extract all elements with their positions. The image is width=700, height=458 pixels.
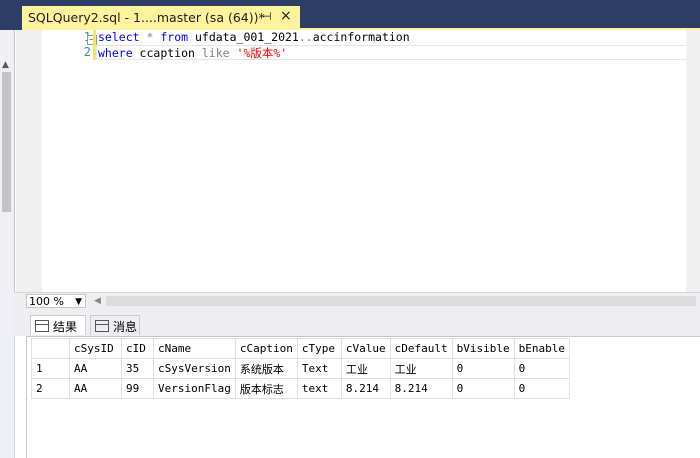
grid-cell[interactable]: 0	[451, 378, 515, 399]
editor-vertical-scrollbar[interactable]	[686, 30, 700, 292]
grid-cell[interactable]: 8.214	[389, 378, 453, 399]
query-editor[interactable]: 1 2 − select * from ufdata_001_2021..acc…	[14, 30, 700, 292]
column-header[interactable]: cName	[153, 338, 236, 359]
code-token: like	[201, 46, 230, 60]
code-token: ..	[298, 30, 313, 44]
tab-sqlquery2[interactable]: SQLQuery2.sql - 1....master (sa (64))* ⊣…	[22, 6, 300, 30]
grid-cell[interactable]: 35	[121, 358, 154, 379]
code-line[interactable]: select * from ufdata_001_2021..accinform…	[98, 30, 410, 44]
header-row: cSysID cID cName cCaption cType cValue c…	[31, 338, 570, 359]
column-header[interactable]: bVisible	[451, 338, 515, 359]
grid-cell[interactable]: AA	[69, 378, 122, 399]
grid-cell[interactable]: Text	[296, 358, 342, 379]
grid-cell[interactable]: 0	[513, 378, 570, 399]
object-explorer-strip: ▲	[0, 0, 15, 458]
results-table: cSysID cID cName cCaption cType cValue c…	[31, 338, 570, 399]
code-line[interactable]: where ccaption like '%版本%'	[98, 45, 287, 61]
change-indicator	[93, 30, 96, 45]
left-scroll-thumb[interactable]	[2, 72, 11, 212]
zoom-select[interactable]: 100 % ▼	[26, 294, 86, 308]
grid-cell[interactable]: 0	[451, 358, 515, 379]
grid-cell[interactable]: VersionFlag	[153, 378, 236, 399]
zoom-bar: 100 % ▼ ◀	[14, 292, 700, 310]
grid-cell[interactable]: 0	[513, 358, 570, 379]
code-token: ccaption	[132, 46, 202, 60]
code-token: where	[98, 46, 133, 60]
row-number[interactable]: 1	[31, 358, 70, 379]
column-header[interactable]: cValue	[340, 338, 391, 359]
code-token: from	[160, 30, 189, 44]
grid-cell[interactable]: 版本标志	[234, 378, 298, 399]
table-row[interactable]: 1 AA 35 cSysVersion 系统版本 Text 工业 工业 0 0	[31, 358, 570, 379]
results-tab-strip: 结果 消息	[14, 310, 700, 336]
grid-cell[interactable]: 99	[121, 378, 154, 399]
grid-cell[interactable]: 系统版本	[234, 358, 298, 379]
column-header[interactable]: cDefault	[389, 338, 453, 359]
table-row[interactable]: 2 AA 99 VersionFlag 版本标志 text 8.214 8.21…	[31, 378, 570, 399]
pin-icon[interactable]: ⊣	[262, 10, 272, 23]
document-tab-bar: SQLQuery2.sql - 1....master (sa (64))* ⊣…	[14, 0, 700, 30]
scroll-left-arrow-icon[interactable]: ◀	[94, 296, 101, 306]
tab-results[interactable]: 结果	[30, 315, 86, 335]
editor-margin	[16, 30, 42, 292]
chevron-down-icon: ▼	[75, 297, 82, 307]
tab-messages-label: 消息	[113, 320, 138, 334]
editor-horizontal-scrollbar[interactable]	[106, 296, 696, 306]
grid-cell[interactable]: cSysVersion	[153, 358, 236, 379]
column-header[interactable]: bEnable	[513, 338, 570, 359]
grid-cell[interactable]: 8.214	[340, 378, 391, 399]
tab-title: SQLQuery2.sql - 1....master (sa (64))*	[28, 10, 265, 25]
tab-results-label: 结果	[53, 320, 78, 334]
messages-icon	[95, 320, 109, 332]
grid-icon	[35, 320, 49, 332]
grid-cell[interactable]: text	[296, 378, 342, 399]
column-header[interactable]: cCaption	[234, 338, 298, 359]
grid-cell[interactable]: AA	[69, 358, 122, 379]
code-token: select	[98, 30, 140, 44]
grid-cell[interactable]: 工业	[389, 358, 453, 379]
line-number: 2	[83, 45, 91, 59]
column-header[interactable]: cID	[121, 338, 154, 359]
line-number: 1	[45, 30, 91, 44]
scroll-up-arrow-icon[interactable]: ▲	[2, 60, 9, 70]
zoom-value: 100 %	[29, 295, 64, 308]
row-number[interactable]: 2	[31, 378, 70, 399]
column-header[interactable]: cType	[296, 338, 342, 359]
results-grid[interactable]: cSysID cID cName cCaption cType cValue c…	[26, 336, 700, 458]
column-header[interactable]: cSysID	[69, 338, 122, 359]
close-icon[interactable]: ×	[280, 8, 292, 24]
code-token: ufdata_001_2021	[188, 30, 299, 44]
corner-cell[interactable]	[31, 338, 70, 359]
grid-cell[interactable]: 工业	[340, 358, 391, 379]
left-strip-header	[0, 0, 14, 30]
tab-messages[interactable]: 消息	[90, 315, 140, 335]
code-token: accinformation	[312, 30, 410, 44]
code-token: '%版本%'	[236, 46, 288, 60]
